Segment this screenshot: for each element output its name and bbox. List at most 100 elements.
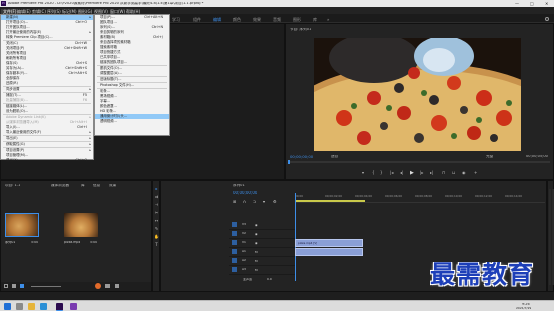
submenu-item-legacy-title[interactable]: 旧版标题(T)... — [95, 77, 169, 82]
audio-clip[interactable] — [295, 248, 363, 256]
edge-browser-icon[interactable] — [40, 303, 47, 310]
new-item-icon[interactable] — [95, 283, 101, 289]
timeline-title[interactable]: 序列01 — [233, 184, 245, 188]
add-marker-icon[interactable]: ▾ — [362, 170, 364, 175]
mute-icon[interactable]: M — [255, 259, 258, 263]
lift-icon[interactable]: ⊓ — [442, 170, 445, 175]
submenu-item-hd-bars[interactable]: HD 彩条... — [95, 109, 169, 114]
icon-view-icon[interactable] — [20, 284, 24, 288]
submenu-item-captions[interactable]: 字幕... — [95, 99, 169, 104]
submenu-item-sequence[interactable]: 序列(S)... Ctrl+N — [95, 25, 169, 30]
close-button[interactable]: ✕ — [545, 2, 548, 6]
premiere-taskbar-icon[interactable] — [56, 303, 63, 311]
menu-item-close-project[interactable]: 关闭项目(P) Ctrl+Shift+W — [1, 46, 93, 51]
submenu-item-bin[interactable]: 素材箱(B) Ctrl+/ — [95, 35, 169, 40]
monitor-scrub-bar[interactable] — [288, 160, 550, 164]
eye-icon[interactable]: ◉ — [255, 232, 258, 236]
menu-item-save-all[interactable]: 全部保存 — [1, 76, 93, 81]
go-to-in-icon[interactable]: |◂ — [390, 170, 393, 175]
eye-icon[interactable]: ◉ — [255, 241, 258, 245]
work-area-bar[interactable] — [295, 200, 365, 202]
submenu-item-search-bin[interactable]: 搜索素材箱 — [95, 45, 169, 50]
mute-icon[interactable]: M — [255, 250, 258, 254]
menu-item-save[interactable]: 保存(S) Ctrl+S — [1, 61, 93, 66]
menu-item-import[interactable]: 导入(I)... Ctrl+I — [1, 125, 93, 130]
timeline-timecode[interactable]: 00;00;00;00 — [233, 191, 257, 195]
submenu-item-shared-project[interactable]: 已共享项目... — [95, 55, 169, 60]
menu-item-save-as[interactable]: 另存为(A)... Ctrl+Shift+S — [1, 66, 93, 71]
ripple-edit-icon[interactable]: ⊣ — [154, 202, 159, 207]
submenu-item-color-matte[interactable]: 颜色遮罩... — [95, 104, 169, 109]
minimize-button[interactable]: — — [515, 2, 519, 6]
app-taskbar-icon[interactable] — [70, 303, 77, 310]
clock-date[interactable]: 2021/7/29 — [516, 307, 531, 310]
step-back-icon[interactable]: ◂| — [400, 170, 403, 175]
add-marker-icon[interactable]: ▾ — [263, 199, 265, 204]
program-monitor-title[interactable]: 节目: 序列01 — [290, 28, 311, 32]
clock-time[interactable]: 9:26 — [522, 303, 530, 306]
mute-icon[interactable]: M — [255, 268, 258, 272]
selection-tool-icon[interactable]: ▸ — [154, 186, 159, 191]
track-a3[interactable]: A3 M — [229, 266, 295, 275]
submenu-item-bin-from-selection[interactable]: 来自选择项的素材箱 — [95, 40, 169, 45]
submenu-item-sequence-from-clip[interactable]: 来自剪辑的序列 — [95, 30, 169, 35]
submenu-item-black-video[interactable]: 黑场视频... — [95, 94, 169, 99]
fit-dropdown[interactable]: 适合 — [331, 155, 338, 159]
menu-item-export[interactable]: 导出(E) ▸ — [1, 136, 93, 141]
source-patch[interactable] — [232, 222, 237, 227]
workspace-more[interactable]: » — [327, 17, 329, 22]
track-select-icon[interactable]: ⇉ — [154, 194, 159, 199]
track-v2[interactable]: V2 ◉ — [229, 230, 295, 239]
task-view-icon[interactable] — [16, 303, 23, 310]
track-v1[interactable]: V1 ◉ — [229, 239, 295, 248]
play-icon[interactable]: ▶ — [410, 170, 414, 176]
resolution-dropdown[interactable]: 完整 — [486, 155, 493, 159]
timeline-ruler[interactable]: 00;00 00;00;02;00 00;00;04;00 00;00;06;0… — [295, 193, 545, 203]
mark-in-icon[interactable]: { — [372, 170, 375, 175]
submenu-item-offline-file[interactable]: 脱机文件(O)... — [95, 66, 169, 71]
menu-item-convert-clip[interactable]: 转换 Premiere Clip 项目(C)... — [1, 35, 93, 40]
tab-project[interactable]: 项目: 1.1 — [5, 184, 20, 188]
mark-out-icon[interactable]: } — [380, 170, 383, 175]
go-to-out-icon[interactable]: ▸| — [430, 170, 433, 175]
linked-select-icon[interactable]: ⊃ — [253, 199, 256, 204]
track-v3[interactable]: V3 ◉ — [229, 221, 295, 230]
submenu-item-team-project[interactable]: 团队项目... — [95, 20, 169, 25]
export-frame-icon[interactable]: ◉ — [462, 170, 466, 175]
master-track-value[interactable]: 0.0 — [267, 278, 272, 281]
submenu-item-linked-team-project[interactable]: 链接的团队项目... — [95, 60, 169, 65]
new-bin-icon[interactable] — [105, 284, 110, 288]
source-patch[interactable] — [232, 249, 237, 254]
menu-item-sync-settings[interactable]: 同步设置 ▸ — [1, 87, 93, 92]
track-a2[interactable]: A2 M — [229, 257, 295, 266]
track-a1[interactable]: A1 M — [229, 248, 295, 257]
slip-tool-icon[interactable]: ↔ — [154, 218, 159, 223]
project-item[interactable] — [5, 213, 39, 237]
menu-item-link-media[interactable]: 链接媒体(L)... — [1, 104, 93, 109]
type-tool-icon[interactable]: T — [154, 242, 159, 247]
menu-item-revert[interactable]: 还原(R) — [1, 81, 93, 86]
extract-icon[interactable]: ⊔ — [452, 170, 455, 175]
tab-media-browser[interactable]: 媒体浏览器 — [51, 184, 69, 188]
snap-icon[interactable]: ∩ — [243, 199, 246, 204]
menu-item-get-properties[interactable]: 获取属性(G) ▸ — [1, 142, 93, 147]
program-timecode[interactable]: 00;00;00;00 — [290, 155, 313, 159]
submenu-item-countdown-leader[interactable]: 通用倒计时片头... — [95, 114, 169, 119]
hand-tool-icon[interactable]: ✋ — [154, 234, 159, 239]
playhead-line[interactable] — [295, 193, 296, 281]
zoom-slider[interactable] — [31, 286, 61, 287]
windows-start-icon[interactable] — [4, 303, 11, 310]
playhead-marker[interactable] — [288, 160, 290, 164]
eye-icon[interactable]: ◉ — [255, 223, 258, 227]
submenu-item-project[interactable]: 项目(P)... Ctrl+Alt+N — [95, 15, 169, 20]
search-icon[interactable] — [545, 17, 549, 21]
video-clip[interactable]: pizza.mp4 [V] — [295, 239, 363, 247]
menu-item-refresh-all[interactable]: 刷新所有项目 — [1, 56, 93, 61]
project-item[interactable] — [64, 213, 98, 237]
menu-item-close[interactable]: 关闭(C) Ctrl+W — [1, 41, 93, 46]
menu-item-close-all[interactable]: 关闭所有项目 — [1, 51, 93, 56]
tab-libraries[interactable]: 库 — [81, 184, 85, 188]
pen-tool-icon[interactable]: ✎ — [154, 226, 159, 231]
menu-item-exit[interactable]: 退出(X) Ctrl+Q — [1, 158, 93, 163]
menu-item-make-offline[interactable]: 设为脱机(O)... — [1, 109, 93, 114]
